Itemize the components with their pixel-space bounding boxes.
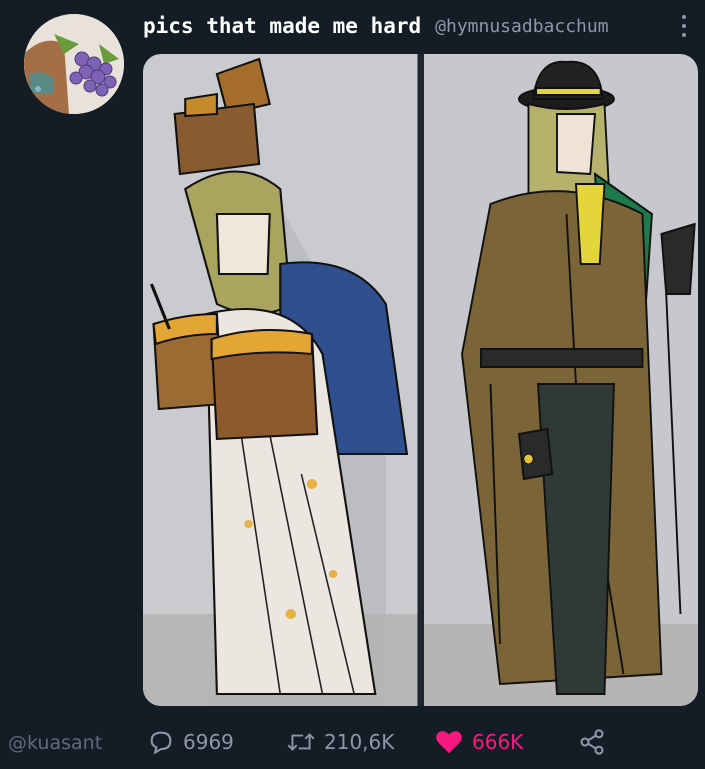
tweet-header: pics that made me hard @hymnusadbacchum <box>143 6 691 46</box>
tweet-media[interactable] <box>143 54 698 706</box>
media-panel-right[interactable] <box>423 54 698 706</box>
media-panel-left[interactable] <box>143 54 418 706</box>
reply-icon <box>150 731 172 755</box>
display-name[interactable]: pics that made me hard <box>143 14 421 38</box>
like-count: 666K <box>472 730 524 754</box>
share-icon <box>580 729 604 755</box>
avatar[interactable] <box>24 14 124 114</box>
tweet-actions: @kuasant 6969 210,6K 666K <box>0 722 705 766</box>
reply-count: 6969 <box>183 730 234 754</box>
left-illustration <box>143 54 418 706</box>
like-button[interactable]: 666K <box>434 728 523 756</box>
retweet-icon <box>287 733 315 751</box>
reply-button[interactable]: 6969 <box>147 728 234 756</box>
right-illustration <box>423 54 698 706</box>
heart-icon <box>436 731 462 754</box>
user-handle[interactable]: @hymnusadbacchum <box>435 16 608 37</box>
avatar-image <box>24 14 124 114</box>
watermark: @kuasant <box>8 732 103 754</box>
retweet-button[interactable]: 210,6K <box>286 728 394 756</box>
share-button[interactable] <box>578 728 606 756</box>
retweet-count: 210,6K <box>324 730 395 754</box>
more-icon[interactable] <box>677 12 691 40</box>
